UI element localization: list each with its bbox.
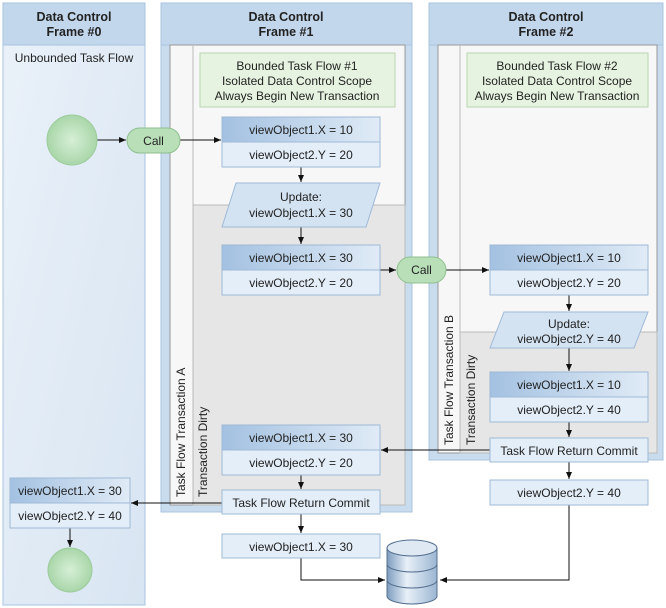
database-icon	[386, 539, 438, 605]
call-label: Call	[143, 134, 164, 148]
committed-value: viewObject2.Y = 40	[489, 479, 649, 506]
frame-title: Frame #2	[519, 25, 574, 39]
view-object-state: viewObject1.X = 10 viewObject2.Y = 20	[489, 244, 649, 296]
call-activity: Call	[396, 256, 447, 284]
view-object-state: viewObject1.X = 10 viewObject2.Y = 40	[489, 371, 649, 423]
end-node	[47, 547, 93, 593]
view-object-value: viewObject2.Y = 40	[18, 509, 122, 523]
update-activity: Update: viewObject2.Y = 40	[489, 311, 649, 349]
svg-text:Bounded Task Flow #1: Bounded Task Flow #1	[236, 59, 358, 73]
view-object-value: viewObject1.X = 30	[18, 484, 122, 498]
view-object-value: viewObject1.X = 30	[249, 251, 353, 265]
svg-text:Always Begin New Transaction: Always Begin New Transaction	[475, 89, 640, 103]
frame-title: Frame #0	[47, 25, 102, 39]
unbounded-task-flow-label: Unbounded Task Flow	[15, 51, 134, 65]
svg-text:viewObject1.X = 30: viewObject1.X = 30	[249, 206, 353, 220]
svg-text:viewObject2.Y = 40: viewObject2.Y = 40	[517, 486, 621, 500]
bounded-task-flow-2-note: Bounded Task Flow #2 Isolated Data Contr…	[466, 52, 649, 108]
svg-text:Update:: Update:	[548, 317, 590, 331]
view-object-value: viewObject1.X = 30	[249, 431, 353, 445]
frame-title: Data Control	[509, 10, 584, 24]
view-object-value: viewObject1.X = 10	[517, 378, 621, 392]
svg-text:Isolated Data Control Scope: Isolated Data Control Scope	[482, 74, 632, 88]
view-object-state: viewObject1.X = 10 viewObject2.Y = 20	[221, 116, 381, 168]
start-node	[46, 114, 98, 166]
svg-text:Always Begin New Transaction: Always Begin New Transaction	[215, 89, 380, 103]
diagram: Data Control Frame #0 Unbounded Task Flo…	[2, 2, 664, 606]
return-commit: Task Flow Return Commit	[489, 437, 649, 463]
return-commit: Task Flow Return Commit	[221, 489, 381, 515]
view-object-value: viewObject2.Y = 20	[249, 148, 353, 162]
bounded-task-flow-1-note: Bounded Task Flow #1 Isolated Data Contr…	[199, 52, 396, 108]
view-object-value: viewObject2.Y = 40	[517, 403, 621, 417]
view-object-value: viewObject2.Y = 20	[249, 456, 353, 470]
transaction-b-label: Task Flow Transaction B	[442, 315, 456, 445]
view-object-value: viewObject1.X = 10	[517, 251, 621, 265]
svg-text:viewObject2.Y = 40: viewObject2.Y = 40	[517, 332, 621, 346]
frame-title: Data Control	[249, 10, 324, 24]
transaction-a-label: Task Flow Transaction A	[174, 368, 188, 497]
committed-value: viewObject1.X = 30	[221, 533, 381, 559]
view-object-value: viewObject2.Y = 20	[249, 276, 353, 290]
svg-text:Bounded Task Flow #2: Bounded Task Flow #2	[496, 59, 618, 73]
svg-text:Update:: Update:	[280, 190, 322, 204]
svg-text:Task Flow Return Commit: Task Flow Return Commit	[500, 444, 638, 458]
svg-text:Isolated Data Control Scope: Isolated Data Control Scope	[222, 74, 372, 88]
update-activity: Update: viewObject1.X = 30	[221, 182, 381, 228]
view-object-state: viewObject1.X = 30 viewObject2.Y = 20	[221, 424, 381, 476]
svg-text:viewObject1.X = 30: viewObject1.X = 30	[249, 540, 353, 554]
svg-text:Task Flow Return Commit: Task Flow Return Commit	[232, 496, 370, 510]
call-label: Call	[411, 263, 432, 277]
view-object-state: viewObject1.X = 30 viewObject2.Y = 20	[221, 244, 381, 296]
transaction-dirty-label: Transaction Dirty	[464, 355, 478, 445]
transaction-dirty-label: Transaction Dirty	[196, 407, 210, 497]
call-activity: Call	[126, 127, 181, 154]
view-object-value: viewObject1.X = 10	[249, 123, 353, 137]
view-object-state: viewObject1.X = 30 viewObject2.Y = 40	[9, 477, 131, 529]
view-object-value: viewObject2.Y = 20	[517, 276, 621, 290]
frame-title: Data Control	[37, 10, 112, 24]
frame-title: Frame #1	[259, 25, 314, 39]
